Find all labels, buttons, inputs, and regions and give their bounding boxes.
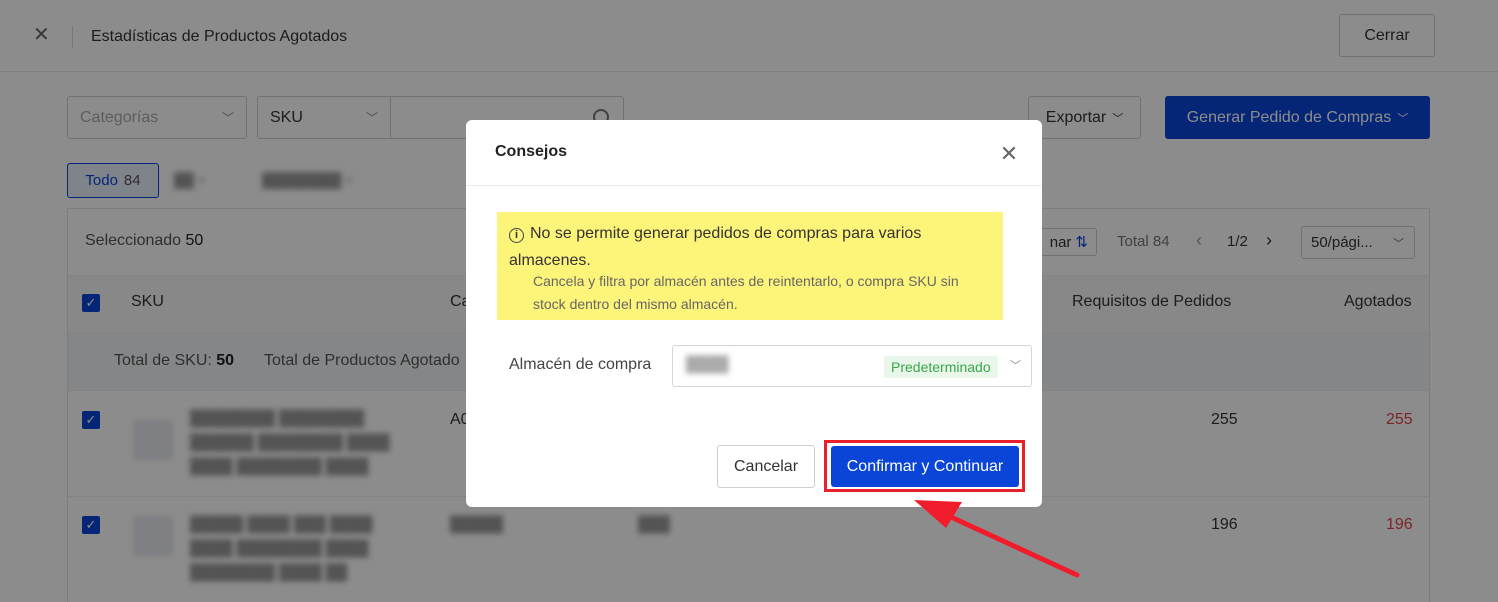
arrow-shaft [937, 509, 1080, 578]
arrow-head [914, 500, 962, 528]
pointer-arrow [914, 500, 1080, 578]
